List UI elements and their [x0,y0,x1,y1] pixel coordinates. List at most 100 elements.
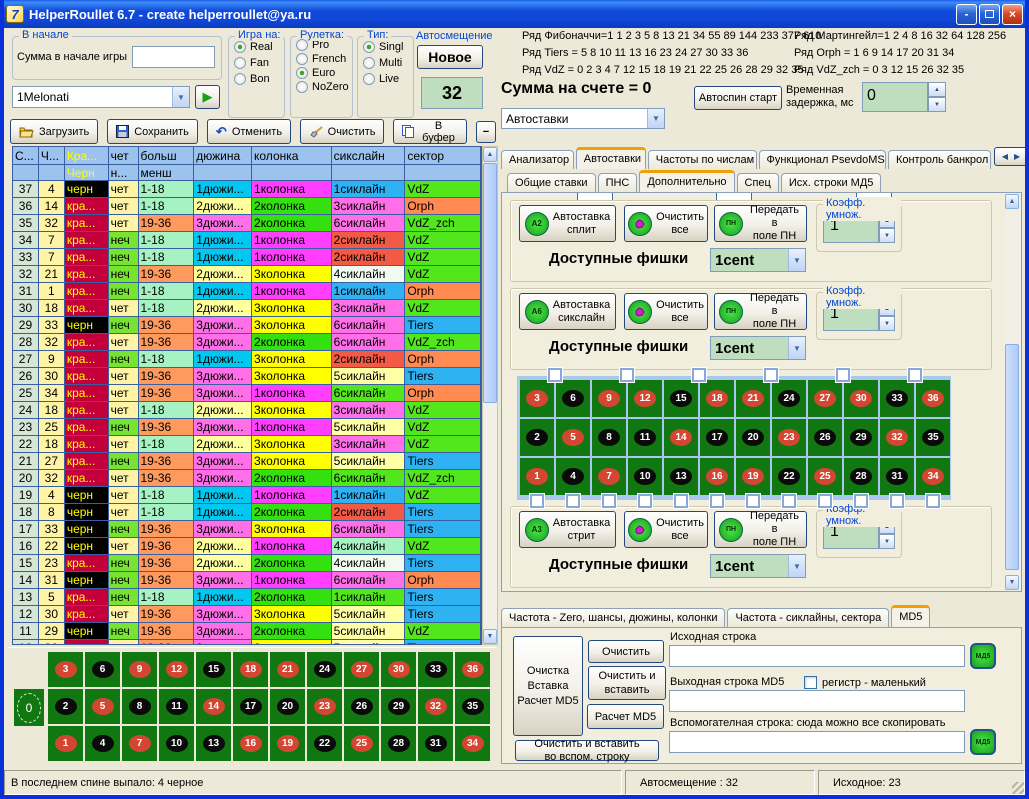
chevron-down-icon[interactable]: ▼ [788,555,805,577]
bet-cell-0[interactable]: 0 [14,689,44,726]
bet-cell-36[interactable]: 36 [455,652,490,687]
bet-board-cell-17[interactable]: 17 [700,419,734,456]
radio-option-live[interactable]: Live [363,73,413,85]
play-button[interactable]: ▶ [195,85,220,109]
sixline-checkbox-2[interactable] [620,368,634,382]
send-to-pn-button[interactable]: ПНПередать в поле ПН [714,511,807,548]
table-row[interactable]: 279кра...неч1-181дюжи...3колонка2сиклайн… [13,351,481,368]
bet-board-cell-33[interactable]: 33 [880,380,914,417]
spins-table[interactable]: С...Ч...Кра...четбольшдюжинаколонкасиксл… [12,146,482,645]
send-to-pn-button[interactable]: ПНПередать в поле ПН [714,205,807,242]
panel-scroll-thumb[interactable] [1005,344,1019,570]
radio-option-singl[interactable]: Singl [363,41,413,53]
scroll-down-icon[interactable]: ▼ [483,629,497,644]
bet-board-cell-23[interactable]: 23 [772,419,806,456]
chevron-down-icon[interactable]: ▼ [647,109,664,128]
tab-2[interactable]: Автоставки [576,147,646,169]
bet-cell-29[interactable]: 29 [381,689,416,724]
bet-board-cell-25[interactable]: 25 [808,458,842,495]
chip-combobox[interactable]: 1cent▼ [710,336,806,360]
bet-board-cell-12[interactable]: 12 [628,380,662,417]
street-checkbox-4[interactable] [638,494,652,508]
bet-board-cell-1[interactable]: 1 [520,458,554,495]
bet-board-cell-31[interactable]: 31 [880,458,914,495]
table-row[interactable]: 1431черннеч19-363дюжи...1колонка6сиклайн… [13,572,481,589]
bet-board-cell-3[interactable]: 3 [520,380,554,417]
coef-spin-down-icon[interactable]: ▼ [879,316,895,331]
bet-board-cell-27[interactable]: 27 [808,380,842,417]
start-sum-input[interactable] [132,46,215,68]
clear-all-button[interactable]: Очистить все [624,205,708,242]
street-checkbox-12[interactable] [926,494,940,508]
table-row[interactable]: 2032кра...чет19-363дюжи...2колонка6сикла… [13,470,481,487]
md5-calc-icon[interactable]: МД5 [970,643,996,669]
bet-board-cell-26[interactable]: 26 [808,419,842,456]
delay-value[interactable]: 0 [862,82,928,112]
bet-cell-11[interactable]: 11 [159,689,194,724]
bet-board-cell-4[interactable]: 4 [556,458,590,495]
bet-cell-21[interactable]: 21 [270,652,305,687]
table-row[interactable]: 2832кра...чет19-363дюжи...2колонка6сикла… [13,334,481,351]
street-checkbox-9[interactable] [818,494,832,508]
table-row[interactable]: 2325кра...неч19-363дюжи...1колонка5сикла… [13,419,481,436]
table-row[interactable]: 347кра...неч1-181дюжи...1колонка2сиклайн… [13,232,481,249]
bet-cell-32[interactable]: 32 [418,689,453,724]
bet-board-cell-24[interactable]: 24 [772,380,806,417]
bet-cell-4[interactable]: 4 [85,726,120,761]
tab-1[interactable]: Общие ставки [507,173,596,192]
table-header-row[interactable]: С...Ч...Кра...четбольшдюжинаколонкасиксл… [13,147,481,165]
street-checkbox-11[interactable] [890,494,904,508]
table-row[interactable]: 2534кра...чет19-363дюжи...1колонка6сикла… [13,385,481,402]
table-row[interactable]: 3532кра...чет19-363дюжи...2колонка6сикла… [13,215,481,232]
tab-3[interactable]: Частоты по числам [648,150,757,169]
bet-board-cell-15[interactable]: 15 [664,380,698,417]
bet-cell-15[interactable]: 15 [196,652,231,687]
table-row[interactable]: 2933черннеч19-363дюжи...3колонка6сиклайн… [13,317,481,334]
bet-cell-17[interactable]: 17 [233,689,268,724]
autobets-combobox[interactable]: Автоставки ▼ [501,108,665,129]
panel-scroll-down-icon[interactable]: ▼ [1005,575,1019,590]
md5-stack-button[interactable]: Очистка Вставка Расчет MD5 [513,636,583,736]
md5-clear-button[interactable]: Очистить [588,640,664,663]
preset-combobox[interactable]: 1Melonati ▼ [12,86,190,108]
md5-clear-paste-button[interactable]: Очистить и вставить [588,666,666,700]
bet-board-cell-2[interactable]: 2 [520,419,554,456]
coef-spin-down-icon[interactable]: ▼ [879,534,895,549]
radio-option-fan[interactable]: Fan [234,57,284,69]
bet-cell-3[interactable]: 3 [48,652,83,687]
table-row[interactable]: 1230кра...чет19-363дюжи...3колонка5сикла… [13,606,481,623]
tab-5[interactable]: Контроль банкрол [888,150,991,169]
table-row[interactable]: 3221кра...неч19-362дюжи...3колонка4сикла… [13,266,481,283]
table-row[interactable]: 2218кра...чет1-182дюжи...3колонка3сиклай… [13,436,481,453]
bet-cell-23[interactable]: 23 [307,689,342,724]
bet-cell-1[interactable]: 1 [48,726,83,761]
undo-button[interactable]: ↶ Отменить [207,119,291,144]
bet-cell-20[interactable]: 20 [270,689,305,724]
table-row[interactable]: 337кра...неч1-181дюжи...1колонка2сиклайн… [13,249,481,266]
send-to-pn-button[interactable]: ПНПередать в поле ПН [714,293,807,330]
bet-cell-18[interactable]: 18 [233,652,268,687]
tab-4[interactable]: Спец [737,173,779,192]
table-row[interactable]: 311кра...неч1-181дюжи...1колонка1сиклайн… [13,283,481,300]
street-checkbox-6[interactable] [710,494,724,508]
bet-board-cell-32[interactable]: 32 [880,419,914,456]
bet-board-cell-6[interactable]: 6 [556,380,590,417]
bet-cell-27[interactable]: 27 [344,652,379,687]
street-checkbox-2[interactable] [566,494,580,508]
bet-cell-9[interactable]: 9 [122,652,157,687]
delay-spin-down-icon[interactable]: ▼ [928,97,946,112]
bet-cell-30[interactable]: 30 [381,652,416,687]
bet-board-cell-19[interactable]: 19 [736,458,770,495]
chevron-down-icon[interactable]: ▼ [172,87,189,107]
bet-board-cell-20[interactable]: 20 [736,419,770,456]
buffer-button[interactable]: В буфер [393,119,467,144]
table-row[interactable]: 2127кра...неч19-363дюжи...3колонка5сикла… [13,453,481,470]
street-checkbox-10[interactable] [854,494,868,508]
bet-cell-25[interactable]: 25 [344,726,379,761]
bet-cell-14[interactable]: 14 [196,689,231,724]
bet-cell-7[interactable]: 7 [122,726,157,761]
bet-board-cell-21[interactable]: 21 [736,380,770,417]
tab-2[interactable]: ПНС [598,173,638,192]
bet-board-cell-22[interactable]: 22 [772,458,806,495]
tab-3[interactable]: Дополнительно [639,170,734,193]
